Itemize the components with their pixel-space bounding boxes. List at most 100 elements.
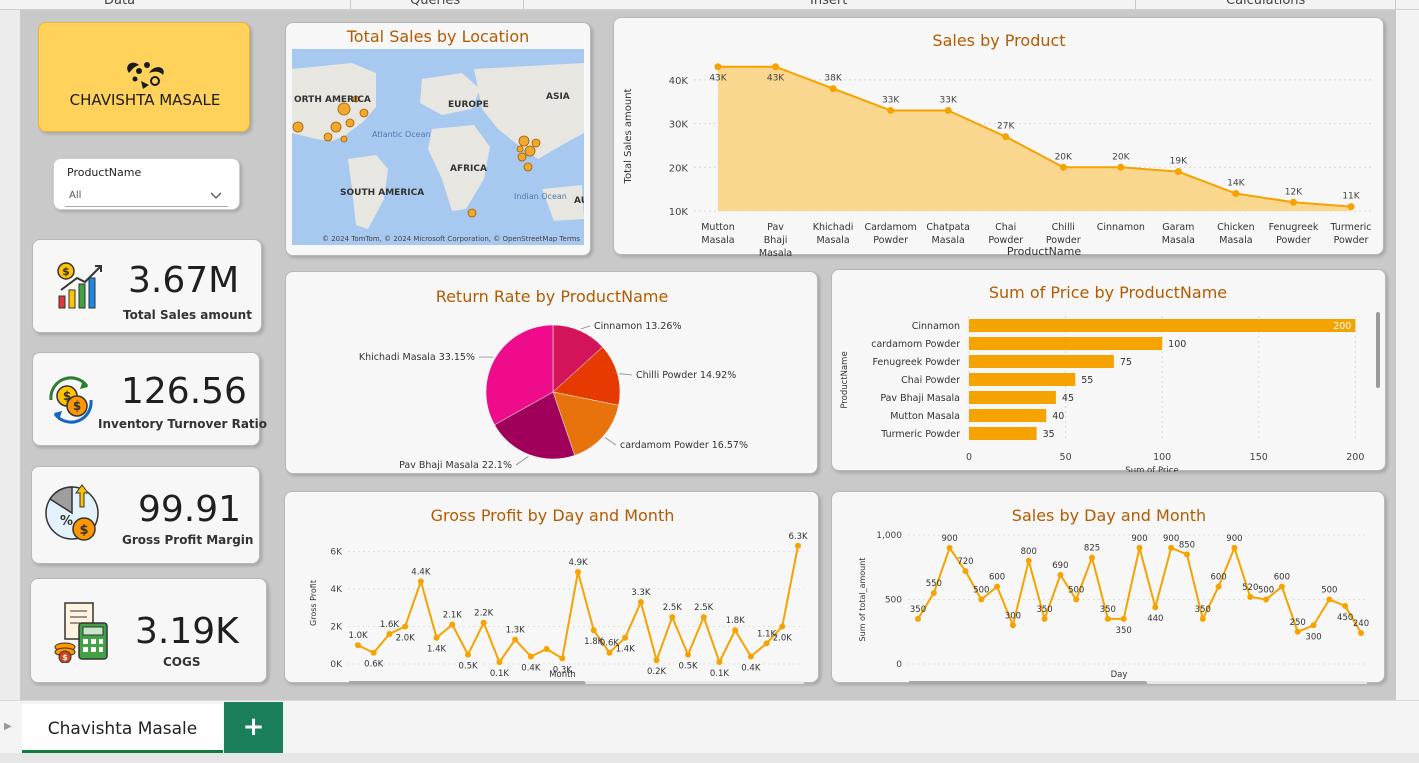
- vertical-scrollbar[interactable]: [1396, 10, 1419, 700]
- y-tick-label: Cinnamon: [912, 321, 960, 332]
- y-tick-label: Turmeric Powder: [880, 429, 960, 440]
- map-label: ASIA: [546, 92, 570, 102]
- data-label: 900: [942, 534, 958, 544]
- scrollbar-thumb: [1376, 312, 1380, 388]
- data-point: [763, 640, 770, 647]
- data-point: [1358, 630, 1364, 637]
- x-tick-label: Masala: [1219, 235, 1252, 246]
- add-sheet-button[interactable]: +: [224, 702, 283, 754]
- data-label: 500: [973, 586, 989, 596]
- data-label: 350: [1036, 605, 1052, 615]
- data-label: 250: [1290, 618, 1306, 628]
- data-label: 2.1K: [443, 611, 463, 621]
- slicer-value: All: [69, 190, 82, 201]
- bar: [969, 391, 1056, 404]
- data-point: [1199, 615, 1206, 622]
- leader-line: [580, 325, 591, 330]
- data-point: [1073, 596, 1080, 603]
- ribbon-divider: [1135, 0, 1136, 9]
- data-point: [449, 621, 456, 628]
- data-point: [1089, 554, 1096, 561]
- ribbon-tab-data[interactable]: Data: [104, 0, 135, 8]
- data-label: 300: [1305, 632, 1321, 642]
- map-title: Total Sales by Location: [346, 27, 530, 46]
- product-slicer[interactable]: ProductName All: [53, 158, 240, 210]
- sum-of-price-chart[interactable]: Sum of Price by ProductName 0 50 100 150 200 C…: [832, 270, 1387, 472]
- ribbon-tab-insert[interactable]: Insert: [810, 0, 847, 8]
- ribbon-divider: [1395, 0, 1396, 9]
- data-label: 800: [1021, 547, 1037, 557]
- sales-by-day-visual[interactable]: Sales by Day and Month 0 500 1,000 350 550 900…: [831, 491, 1386, 684]
- data-label: 690: [1052, 561, 1068, 571]
- data-point: [465, 651, 471, 658]
- data-label: 0.5K: [678, 662, 698, 672]
- data-label: 600: [1274, 573, 1290, 583]
- world-map[interactable]: ORTH AMERICA EUROPE ASIA Atlantic Ocean …: [292, 49, 584, 245]
- ribbon-tab-calculations[interactable]: Calculations: [1226, 0, 1305, 8]
- chart-title: Return Rate by ProductName: [436, 287, 669, 306]
- sales-by-product-visual[interactable]: Sales by Product 10K 20K 30K 40K 43K Mutton Mas…: [613, 17, 1385, 256]
- chart-title: Sales by Product: [932, 31, 1065, 50]
- y-tick-label: cardamom Powder: [871, 339, 960, 350]
- x-tick-label: Pav: [767, 222, 784, 233]
- svg-text:$: $: [62, 265, 70, 278]
- data-point: [1183, 551, 1190, 558]
- kpi-label: Gross Profit Margin: [122, 533, 254, 547]
- gross-profit-visual[interactable]: Gross Profit by Day and Month 0K 2K 4K 6K 1.0…: [284, 491, 820, 684]
- return-rate-visual[interactable]: Return Rate by ProductName Cinnamon 13.26…: [285, 271, 818, 474]
- data-label: 1.4K: [616, 645, 636, 655]
- ribbon-tab-queries[interactable]: Queries: [410, 0, 460, 8]
- data-point: [915, 615, 921, 622]
- sum-of-price-visual[interactable]: Sum of Price by ProductName 0 50 100 150 200 C…: [831, 269, 1387, 472]
- sales-by-day-chart[interactable]: Sales by Day and Month 0 500 1,000 350 550 900…: [832, 492, 1386, 684]
- status-bar: [0, 753, 1419, 763]
- data-point: [512, 636, 519, 643]
- kpi-gross-profit-margin: % $ 99.91 Gross Profit Margin: [31, 466, 260, 564]
- data-point: [716, 659, 723, 666]
- data-label: 1.8K: [726, 616, 746, 626]
- slicer-label: ProductName: [67, 166, 142, 179]
- kpi-value: 126.56: [121, 371, 247, 412]
- data-point: [433, 634, 440, 641]
- x-tick-label: 100: [1153, 452, 1171, 463]
- data-point: [637, 599, 644, 606]
- data-point: [994, 583, 1001, 590]
- data-point: [1263, 596, 1270, 603]
- data-point: [714, 63, 722, 71]
- data-label: 6.3K: [788, 532, 808, 542]
- data-point: [1041, 615, 1048, 622]
- gross-profit-chart[interactable]: Gross Profit by Day and Month 0K 2K 4K 6K 1.0…: [285, 492, 820, 684]
- x-tick-label: Garam: [1162, 222, 1194, 233]
- data-point: [543, 645, 550, 652]
- data-point: [527, 653, 534, 660]
- data-point: [1174, 168, 1182, 176]
- sales-by-product-chart[interactable]: Sales by Product 10K 20K 30K 40K 43K Mutton Mas…: [614, 18, 1385, 256]
- slicer-dropdown[interactable]: All: [65, 185, 228, 207]
- data-point: [575, 569, 581, 576]
- x-tick-label: Cinnamon: [1097, 222, 1145, 233]
- return-rate-chart[interactable]: Return Rate by ProductName Cinnamon 13.26…: [286, 272, 819, 475]
- data-label: 0.1K: [490, 669, 510, 679]
- data-label: 520: [1242, 583, 1258, 593]
- data-label: 0.1K: [710, 669, 730, 679]
- svg-text:%: %: [60, 514, 73, 529]
- sheet-tab-chavishta-masale[interactable]: Chavishta Masale: [22, 704, 223, 754]
- kpi-total-sales: $ 3.67M Total Sales amount: [32, 239, 262, 333]
- data-label: 4.4K: [411, 567, 431, 577]
- map-label: EUROPE: [448, 100, 489, 110]
- data-point: [1136, 544, 1143, 551]
- map-attribution: © 2024 TomTom, © 2024 Microsoft Corporat…: [322, 235, 580, 243]
- x-axis-title: Sum of Price: [1125, 466, 1178, 472]
- data-label: 300: [1005, 611, 1021, 621]
- slice-label: Pav Bhaji Masala 22.1%: [399, 460, 512, 471]
- x-axis-title: Month: [549, 670, 576, 680]
- data-point: [685, 651, 691, 658]
- data-point: [1009, 622, 1016, 629]
- brand-name: CHAVISHTA MASALE: [70, 91, 221, 109]
- tab-nav-arrow-icon[interactable]: ▶: [4, 721, 12, 732]
- x-tick-label: Fenugreek: [1269, 222, 1319, 233]
- map-visual[interactable]: Total Sales by Location ORTH AMERICA EUR…: [285, 22, 591, 256]
- y-tick-label: 10K: [669, 207, 689, 218]
- y-tick-label: Fenugreek Powder: [872, 357, 960, 368]
- data-point: [772, 63, 780, 71]
